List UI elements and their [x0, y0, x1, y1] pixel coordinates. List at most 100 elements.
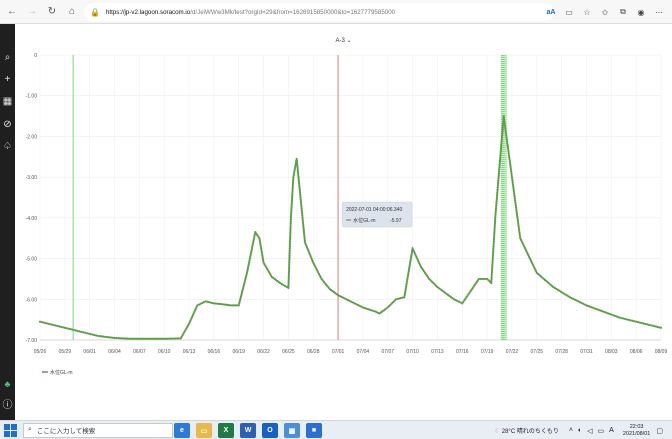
data-point	[83, 331, 87, 334]
favorites-icon[interactable]: ✩	[598, 4, 612, 20]
y-tick-label: 0	[34, 53, 37, 59]
data-point	[63, 326, 66, 329]
data-point	[71, 328, 74, 331]
chevron-up-icon[interactable]: ˄	[569, 427, 573, 434]
battery-icon[interactable]: ▭	[598, 427, 605, 435]
notification-icon[interactable]: ▢	[656, 427, 663, 435]
data-point	[372, 309, 375, 312]
data-point	[644, 322, 647, 326]
data-point	[293, 170, 296, 173]
x-tick-label: 06/25	[282, 349, 295, 355]
explore-icon[interactable]: ⊘	[0, 119, 15, 131]
file-explorer-icon[interactable]: ▭	[196, 423, 212, 438]
x-tick-label: 05/26	[34, 349, 47, 355]
back-icon[interactable]: ←	[4, 4, 20, 20]
home-icon[interactable]: ⌂	[64, 4, 80, 20]
plus-icon[interactable]: +	[0, 74, 15, 86]
forward-icon[interactable]: →	[24, 4, 40, 20]
word-icon[interactable]: W	[240, 423, 256, 438]
volume-icon[interactable]: ◁	[587, 427, 592, 435]
y-tick-label: -4.00	[26, 216, 38, 222]
x-tick-label: 06/01	[83, 349, 96, 355]
dashboards-icon[interactable]: ▦	[0, 96, 15, 108]
data-point	[620, 316, 623, 320]
data-point	[618, 316, 621, 319]
excel-icon[interactable]: X	[218, 423, 234, 438]
x-tick-label: 07/01	[332, 349, 345, 355]
help-icon[interactable]: ⓘ	[0, 400, 15, 412]
outlook-icon[interactable]: O	[262, 423, 278, 438]
data-point	[89, 333, 92, 336]
tooltip-time: 2022-07-01 04:00:06.340	[346, 207, 402, 213]
data-point	[67, 327, 70, 330]
search-icon[interactable]: ⌕	[0, 52, 15, 64]
data-point	[87, 332, 90, 335]
x-tick-label: 06/28	[307, 349, 320, 355]
taskbar: ⌕ ここに入力して検索 e ▭ X W O ▦ ■ ☾ 28°C 晴れのちくもり…	[0, 420, 672, 439]
data-point	[72, 328, 76, 332]
data-point	[624, 317, 627, 321]
x-tick-label: 07/19	[481, 349, 494, 355]
data-point	[95, 334, 98, 337]
ime-indicator[interactable]: A	[609, 427, 614, 434]
data-point	[659, 326, 663, 329]
x-tick-label: 07/04	[357, 349, 370, 355]
x-tick-label: 06/22	[257, 349, 270, 355]
data-point	[82, 331, 85, 334]
clock[interactable]: 22:03 2021/08/01	[623, 424, 651, 438]
y-tick-label: -3.00	[26, 175, 38, 181]
data-point	[627, 318, 630, 321]
sidebar: ⌕ + ▦ ⊘ ♤ ♣ ⓘ	[0, 24, 15, 420]
data-point	[93, 333, 96, 337]
data-point	[80, 330, 83, 333]
x-tick-label: 06/13	[183, 349, 196, 355]
line-chart: 0 -1.00 -2.00 -3.00 -4.00 -5.00 -6.00 -7.00 05/…	[26, 53, 668, 376]
calculator-icon[interactable]: ▦	[284, 423, 300, 438]
data-point	[631, 319, 634, 322]
edge-icon[interactable]: e	[174, 423, 190, 438]
network-icon[interactable]: ◐	[578, 427, 582, 434]
dashboard-panel: A-3 ⌄ 0 -1.00 -2.00 -3.00 -4.00 -5.00 -6.00 -7.…	[15, 24, 672, 420]
data-point	[647, 323, 651, 326]
data-point	[76, 329, 79, 333]
clock-date: 2021/08/01	[622, 430, 651, 437]
x-tick-label: 08/09	[655, 349, 668, 355]
refresh-icon[interactable]: ↻	[44, 4, 60, 20]
x-tick-label: 07/28	[555, 349, 568, 355]
y-tick-label: -5.00	[26, 257, 38, 263]
x-tick-label: 06/19	[232, 349, 245, 355]
data-point	[85, 332, 89, 335]
data-point	[622, 317, 625, 320]
read-aloud-icon[interactable]: aA	[544, 4, 558, 20]
data-point	[629, 319, 632, 322]
data-point	[642, 322, 645, 325]
windows-start-icon[interactable]	[3, 423, 17, 437]
data-point	[65, 327, 68, 330]
data-point	[646, 323, 649, 326]
series-line	[39, 115, 662, 340]
x-tick-label: 07/13	[431, 349, 444, 355]
more-menu-icon[interactable]: ⋯	[652, 4, 666, 20]
taskbar-search-input[interactable]: ⌕ ここに入力して検索	[23, 422, 173, 438]
y-tick-label: -1.00	[26, 94, 38, 100]
reading-view-icon[interactable]: ▭	[562, 4, 576, 20]
alert-bell-icon[interactable]: ♤	[0, 141, 15, 153]
app-icon[interactable]: ■	[306, 423, 322, 438]
data-point	[74, 329, 77, 332]
data-point	[636, 321, 640, 324]
x-tick-label: 06/04	[108, 349, 121, 355]
search-placeholder: ここに入力して検索	[36, 428, 96, 435]
data-point	[640, 321, 643, 325]
profile-icon[interactable]: ◉	[634, 4, 648, 20]
clock-time: 22:03	[629, 423, 644, 430]
search-icon: ⌕	[28, 426, 32, 433]
data-point	[649, 324, 652, 327]
address-bar[interactable]: 🔒 https://jp-v2.lagoon.soracom.io/d/JeiW…	[84, 3, 554, 21]
weather-widget[interactable]: ☾ 28°C 晴れのちくもり	[495, 426, 559, 435]
favorite-star-icon[interactable]: ☆	[580, 4, 594, 20]
soracom-logo-icon[interactable]: ♣	[0, 378, 15, 390]
data-point	[293, 166, 297, 170]
collections-icon[interactable]: ⧉	[616, 4, 630, 20]
data-point	[638, 321, 641, 324]
moon-icon: ☾	[494, 429, 501, 435]
